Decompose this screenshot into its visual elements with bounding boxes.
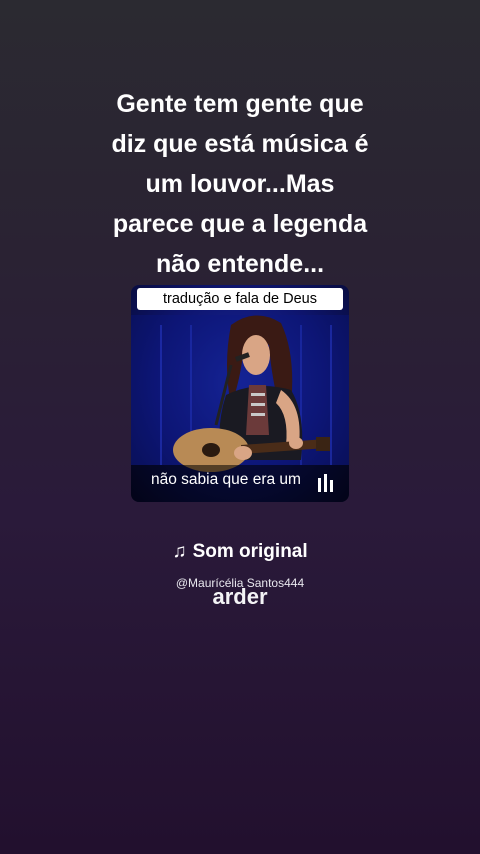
caption-line: um louvor...Mas <box>145 170 335 198</box>
sound-row[interactable]: ♫ Som original <box>0 538 480 566</box>
caption-line: não entende... <box>155 250 325 278</box>
caption-line: Gente tem gente que <box>116 90 364 118</box>
caption-line: parece que a legenda <box>112 210 368 238</box>
singer-image <box>131 315 349 502</box>
post-caption: Gente tem gente que diz que está música … <box>60 84 420 284</box>
sound-author[interactable]: @Maurícélia Santos444 <box>0 576 480 590</box>
video-subtitle: não sabia que era um <box>151 471 301 488</box>
sound-title: Som original <box>192 541 308 562</box>
caption-line: diz que está música é <box>111 130 369 158</box>
video-top-label: tradução e fala de Deus <box>137 288 343 310</box>
music-note-icon: ♫ <box>172 541 187 562</box>
video-thumbnail[interactable]: tradução e fala de Deus não sabia que er… <box>131 285 349 502</box>
